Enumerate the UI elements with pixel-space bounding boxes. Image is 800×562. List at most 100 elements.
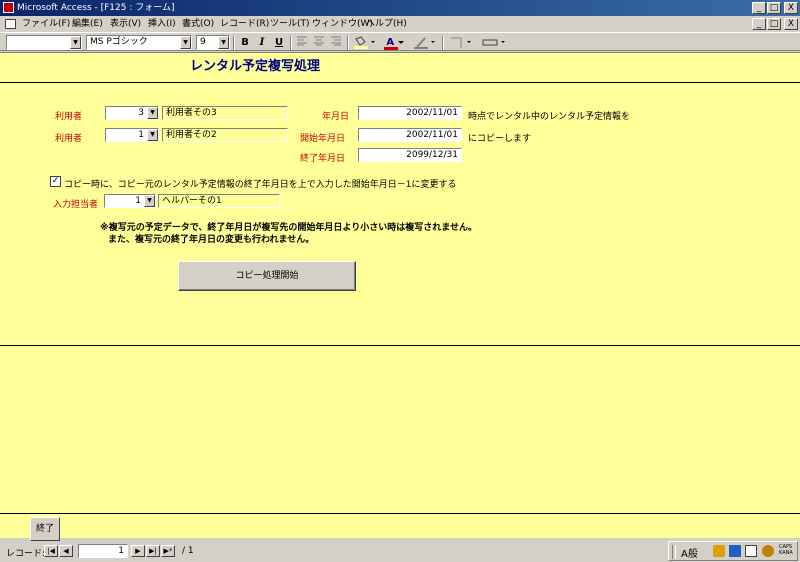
font-color-swatch	[384, 47, 398, 50]
user-from-label: 利用者	[55, 112, 83, 122]
special-effect-icon	[482, 39, 505, 46]
pen-icon	[414, 37, 435, 49]
user-to-name: 利用者その2	[162, 128, 288, 142]
chevron-down-icon	[397, 41, 404, 44]
menu-format[interactable]: 書式(O)	[182, 16, 214, 32]
chevron-down-icon[interactable]: ▼	[144, 195, 155, 207]
paint-bucket-icon	[354, 36, 375, 49]
last-record-button[interactable]: ▶|	[146, 545, 160, 557]
chevron-down-icon[interactable]: ▼	[70, 36, 81, 49]
caps-indicator: CAPS KANA	[779, 544, 793, 556]
line-width-button[interactable]	[448, 36, 474, 50]
help-icon[interactable]	[762, 545, 774, 557]
window-title: Microsoft Access - [F125 : フォーム]	[17, 3, 175, 13]
align-left-icon	[297, 36, 307, 46]
align-right-button[interactable]	[328, 36, 344, 50]
end-button[interactable]: 終了	[30, 517, 60, 541]
record-label: レコード:	[6, 549, 46, 559]
start-date-suffix: にコピーします	[468, 134, 532, 144]
object-combo[interactable]: ▼	[6, 35, 82, 50]
start-date-label: 開始年月日	[300, 134, 346, 144]
header-divider	[0, 82, 800, 83]
title-bar: Microsoft Access - [F125 : フォーム] _ □ X	[0, 0, 800, 16]
access-key-icon	[3, 2, 14, 13]
font-name-combo[interactable]: MS Pゴシック ▼	[86, 35, 192, 50]
next-record-button[interactable]: ▶	[131, 545, 145, 557]
staff-label: 入力担当者	[53, 200, 99, 210]
fill-color-button[interactable]	[352, 36, 378, 50]
menu-edit[interactable]: 編集(E)	[72, 16, 103, 32]
align-left-button[interactable]	[294, 36, 310, 50]
menu-help[interactable]: ヘルプ(H)	[366, 16, 407, 32]
ime-grip	[672, 545, 676, 559]
align-right-icon	[331, 36, 341, 46]
mdi-close-button[interactable]: X	[784, 18, 798, 30]
font-size-value: 9	[200, 37, 206, 47]
record-total: / 1	[182, 546, 194, 556]
align-center-icon	[314, 36, 324, 46]
date-field[interactable]: 2002/11/01	[358, 106, 462, 120]
record-number-input[interactable]: 1	[78, 544, 128, 558]
user-from-combo[interactable]: 3 ▼	[105, 106, 159, 120]
mdi-restore-button[interactable]: □	[767, 18, 781, 30]
ime-mode[interactable]: A般	[681, 545, 698, 560]
start-copy-button[interactable]: コピー処理開始	[178, 261, 356, 291]
footer-divider	[0, 513, 800, 514]
toolbar-separator	[290, 36, 292, 50]
italic-button[interactable]: I	[254, 36, 270, 50]
font-name-value: MS Pゴシック	[90, 37, 148, 47]
prev-record-button[interactable]: ◀	[59, 545, 73, 557]
new-record-button[interactable]: ▶*	[161, 545, 175, 557]
start-date-field[interactable]: 2002/11/01	[358, 128, 462, 142]
ime-toolbar: A般 CAPS KANA	[668, 541, 798, 561]
formatting-toolbar: ▼ MS Pゴシック ▼ 9 ▼ B I U A	[0, 32, 800, 51]
change-end-date-label: コピー時に、コピー元のレンタル予定情報の終了年月日を上で入力した開始年月日－1に…	[64, 180, 457, 190]
user-to-combo[interactable]: 1 ▼	[105, 128, 159, 142]
kana-text: KANA	[779, 550, 793, 556]
special-effect-button[interactable]	[480, 36, 510, 50]
font-color-button[interactable]: A	[382, 36, 408, 50]
toolbar-separator	[233, 36, 235, 50]
chevron-down-icon[interactable]: ▼	[218, 36, 229, 49]
end-date-label: 終了年月日	[300, 154, 346, 164]
underline-button[interactable]: U	[271, 36, 287, 50]
staff-name: ヘルパーその1	[158, 194, 280, 208]
align-center-button[interactable]	[311, 36, 327, 50]
record-navigation: レコード: |◀ ◀ 1 ▶ ▶| ▶* / 1 A般 CAPS KANA	[0, 540, 800, 562]
border-icon	[451, 37, 471, 48]
note-line-2: また、複写元の終了年月日の変更も行われません。	[108, 235, 315, 245]
bold-button[interactable]: B	[237, 36, 253, 50]
line-color-button[interactable]	[412, 36, 438, 50]
date-label: 年月日	[322, 112, 350, 122]
close-button[interactable]: X	[784, 2, 798, 14]
mdi-minimize-button[interactable]: _	[752, 18, 766, 30]
menu-tools[interactable]: ツール(T)	[270, 16, 310, 32]
keyboard-icon[interactable]	[745, 545, 757, 557]
chevron-down-icon[interactable]: ▼	[180, 36, 191, 49]
chevron-down-icon[interactable]: ▼	[147, 107, 158, 119]
form-icon[interactable]	[5, 19, 16, 29]
maximize-button[interactable]: □	[767, 2, 781, 14]
minimize-button[interactable]: _	[752, 2, 766, 14]
user-from-code: 3	[138, 108, 144, 118]
ime-pad-icon[interactable]	[713, 545, 725, 557]
menu-file[interactable]: ファイル(F)	[22, 16, 70, 32]
section-divider	[0, 345, 800, 346]
end-date-field[interactable]: 2099/12/31	[358, 148, 462, 162]
staff-combo[interactable]: 1 ▼	[104, 194, 156, 208]
form-detail: レンタル予定複写処理 利用者 3 ▼ 利用者その3 年月日 2002/11/01…	[0, 52, 800, 541]
menu-insert[interactable]: 挿入(I)	[148, 16, 176, 32]
user-from-name: 利用者その3	[162, 106, 288, 120]
date-suffix: 時点でレンタル中のレンタル予定情報を	[468, 112, 631, 122]
menu-window[interactable]: ウィンドウ(W)	[312, 16, 373, 32]
staff-code: 1	[135, 196, 141, 206]
menu-records[interactable]: レコード(R)	[220, 16, 269, 32]
dictionary-icon[interactable]	[729, 545, 741, 557]
font-size-combo[interactable]: 9 ▼	[196, 35, 230, 50]
chevron-down-icon[interactable]: ▼	[147, 129, 158, 141]
user-to-code: 1	[138, 130, 144, 140]
page-title: レンタル予定複写処理	[190, 59, 321, 74]
menu-view[interactable]: 表示(V)	[110, 16, 141, 32]
first-record-button[interactable]: |◀	[44, 545, 58, 557]
change-end-date-checkbox[interactable]: ✓	[50, 176, 61, 187]
